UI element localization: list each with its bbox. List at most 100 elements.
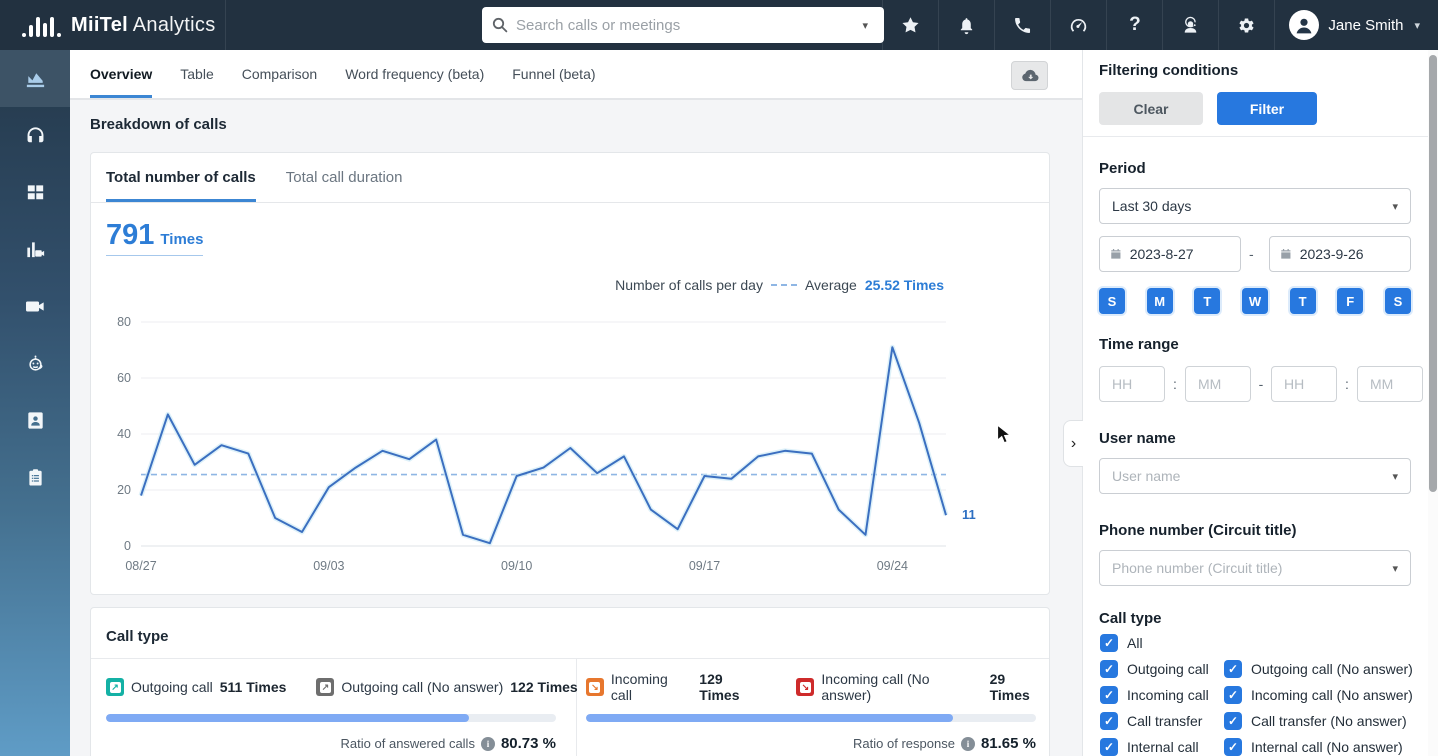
weekday-wednesday[interactable]: W	[1242, 288, 1268, 314]
calls-button[interactable]	[994, 0, 1050, 50]
time-from-hh-input[interactable]	[1099, 366, 1165, 402]
weekday-friday[interactable]: F	[1337, 288, 1363, 314]
app-window: MiiTel Analytics ?	[0, 0, 1438, 756]
response-progress	[586, 714, 1036, 722]
checkbox-checked-icon	[1100, 634, 1118, 652]
checkbox-outgoing-call-no-answer[interactable]: Outgoing call (No answer)	[1224, 660, 1413, 678]
tab-total-number-of-calls[interactable]: Total number of calls	[106, 153, 256, 202]
checkbox-call-transfer[interactable]: Call transfer	[1100, 712, 1202, 730]
tab-overview[interactable]: Overview	[90, 50, 152, 98]
calls-line-chart: 02040608008/2709/0309/1009/1709/2411	[91, 313, 1051, 583]
svg-text:09/24: 09/24	[877, 559, 908, 573]
settings-button[interactable]	[1218, 0, 1274, 50]
checkbox-incoming-call[interactable]: Incoming call	[1100, 686, 1209, 704]
sidebar-item-meeting-analytics[interactable]	[0, 221, 70, 278]
top-navbar: MiiTel Analytics ?	[0, 0, 1438, 50]
average-dash-icon	[771, 284, 797, 286]
dashboard-button[interactable]	[1050, 0, 1106, 50]
download-button[interactable]	[1011, 61, 1048, 90]
weekday-saturday[interactable]: S	[1385, 288, 1411, 314]
search-scope-caret-icon[interactable]	[856, 15, 874, 36]
time-from-mm-input[interactable]	[1185, 366, 1251, 402]
brand[interactable]: MiiTel Analytics	[0, 0, 226, 50]
sidebar-item-video-meetings[interactable]	[0, 278, 70, 335]
tab-comparison[interactable]: Comparison	[242, 50, 317, 98]
response-ratio: Ratio of response 81.65 %	[586, 735, 1036, 752]
weekday-sunday[interactable]: S	[1099, 288, 1125, 314]
legend-average-label: Average	[805, 277, 857, 293]
weekday-tuesday[interactable]: T	[1194, 288, 1220, 314]
star-icon	[900, 15, 921, 36]
time-to-hh-input[interactable]	[1271, 366, 1337, 402]
cloud-download-icon	[1021, 67, 1039, 85]
incoming-call-no-answer-icon	[796, 678, 814, 696]
svg-text:80: 80	[117, 315, 131, 329]
svg-text:60: 60	[117, 371, 131, 385]
checkbox-internal-call-no-answer[interactable]: Internal call (No answer)	[1224, 738, 1403, 756]
notifications-button[interactable]	[938, 0, 994, 50]
sidebar-item-call-history[interactable]	[0, 107, 70, 164]
global-search	[482, 7, 884, 43]
calendar-icon	[1280, 247, 1292, 261]
call-type-card: Call type Outgoing call 511 Times Outgoi…	[90, 607, 1050, 756]
collapse-panel-button[interactable]	[1063, 420, 1083, 467]
video-camera-icon	[24, 295, 47, 318]
checkbox-outgoing-call[interactable]: Outgoing call	[1100, 660, 1209, 678]
filter-button[interactable]: Filter	[1217, 92, 1317, 125]
weekday-monday[interactable]: M	[1147, 288, 1173, 314]
svg-text:08/27: 08/27	[125, 559, 156, 573]
sidebar-item-contacts[interactable]	[0, 392, 70, 449]
clear-button[interactable]: Clear	[1099, 92, 1203, 125]
filter-panel-title: Filtering conditions	[1099, 62, 1238, 79]
total-calls-metric[interactable]: 791 Times	[106, 219, 203, 256]
checkbox-checked-icon	[1224, 660, 1242, 678]
support-agent-icon	[1180, 15, 1201, 36]
favorites-button[interactable]	[882, 0, 938, 50]
sidebar-item-reports[interactable]	[0, 449, 70, 506]
legend-incoming-call-no-answer: Incoming call (No answer) 29 Times	[796, 671, 1049, 703]
checkbox-internal-call[interactable]: Internal call	[1100, 738, 1199, 756]
contact-book-icon	[24, 409, 47, 432]
phone-number-select[interactable]: Phone number (Circuit title)	[1099, 550, 1411, 586]
divider	[91, 658, 1049, 659]
search-icon	[492, 17, 508, 33]
checkbox-call-transfer-no-answer[interactable]: Call transfer (No answer)	[1224, 712, 1407, 730]
tab-word-frequency[interactable]: Word frequency (beta)	[345, 50, 484, 98]
time-range-inputs: : - :	[1099, 366, 1423, 402]
calls-chart-card: Total number of calls Total call duratio…	[90, 152, 1050, 595]
sidebar-item-ai-assistant[interactable]	[0, 335, 70, 392]
user-name: Jane Smith	[1328, 17, 1403, 34]
search-input[interactable]	[516, 17, 848, 34]
checkbox-incoming-call-no-answer[interactable]: Incoming call (No answer)	[1224, 686, 1413, 704]
tab-table[interactable]: Table	[180, 50, 213, 98]
svg-text:20: 20	[117, 483, 131, 497]
page-tabs-bar: Overview Table Comparison Word frequency…	[70, 50, 1082, 100]
scrollbar-thumb[interactable]	[1429, 55, 1437, 492]
info-icon[interactable]	[961, 737, 975, 751]
svg-text:09/10: 09/10	[501, 559, 532, 573]
user-name-select[interactable]: User name	[1099, 458, 1411, 494]
date-from-input[interactable]	[1099, 236, 1241, 272]
call-type-title: Call type	[106, 628, 169, 645]
weekday-thursday[interactable]: T	[1290, 288, 1316, 314]
chevron-down-icon	[1392, 562, 1398, 575]
panel-scrollbar	[1428, 50, 1438, 756]
date-to-input[interactable]	[1269, 236, 1411, 272]
time-to-mm-input[interactable]	[1357, 366, 1423, 402]
legend-outgoing-call: Outgoing call 511 Times	[106, 678, 286, 696]
date-range-separator: -	[1249, 246, 1254, 262]
sidebar-item-analytics[interactable]	[0, 50, 70, 107]
tab-total-call-duration[interactable]: Total call duration	[286, 153, 403, 202]
analytics-chart-icon	[24, 67, 47, 90]
divider	[1083, 136, 1428, 137]
tab-funnel[interactable]: Funnel (beta)	[512, 50, 595, 98]
period-select[interactable]: Last 30 days	[1099, 188, 1411, 224]
help-button[interactable]: ?	[1106, 0, 1162, 50]
legend-outgoing-call-no-answer: Outgoing call (No answer) 122 Times	[316, 678, 577, 696]
info-icon[interactable]	[481, 737, 495, 751]
user-menu[interactable]: Jane Smith	[1274, 0, 1438, 50]
legend-incoming-call: Incoming call 129 Times	[586, 671, 766, 703]
support-button[interactable]	[1162, 0, 1218, 50]
sidebar-item-table-view[interactable]	[0, 164, 70, 221]
checkbox-all[interactable]: All	[1100, 634, 1143, 652]
